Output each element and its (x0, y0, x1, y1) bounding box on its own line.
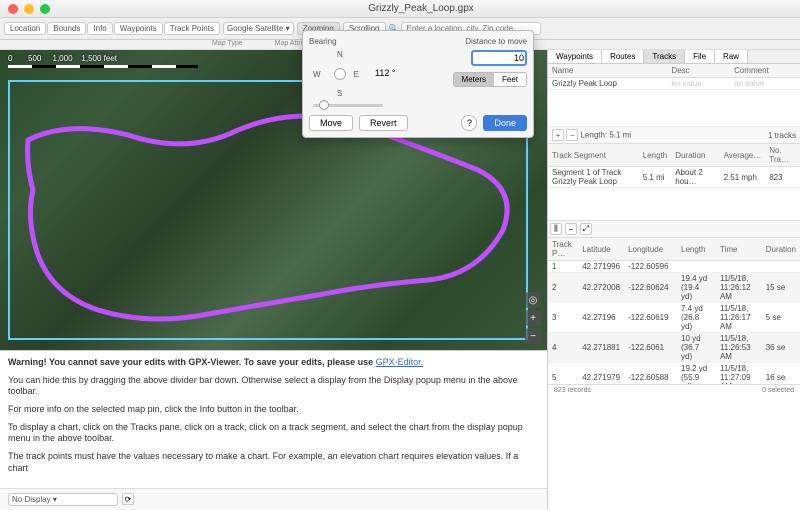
units-feet[interactable]: Feet (494, 73, 526, 86)
map-type-select[interactable]: Google Satellite ▾ (223, 22, 294, 35)
refresh-icon[interactable]: ⟳ (122, 493, 134, 505)
map-target-button[interactable]: ◎ (525, 292, 541, 308)
window-maximize-button[interactable] (40, 4, 50, 14)
add-track-button[interactable]: + (552, 129, 564, 141)
revert-button[interactable]: Revert (359, 115, 408, 131)
info-panel: Warning! You cannot save your edits with… (0, 350, 547, 488)
waypoints-button[interactable]: Waypoints (114, 22, 163, 35)
units-meters[interactable]: Meters (454, 73, 494, 86)
help-button[interactable]: ? (461, 115, 477, 131)
location-button[interactable]: Location (4, 22, 46, 35)
window-minimize-button[interactable] (24, 4, 34, 14)
trackpoints-table: Track P…LatitudeLongitudeLengthTimeDurat… (548, 238, 800, 384)
tab-routes[interactable]: Routes (602, 50, 644, 63)
gpx-editor-link[interactable]: GPX-Editor. (376, 357, 424, 367)
table-row[interactable]: 142.271996-122.60596 (548, 261, 800, 273)
remove-icon[interactable]: − (565, 223, 577, 235)
tab-file[interactable]: File (685, 50, 715, 63)
table-row[interactable]: 442.271881-122.606110 yd (36.7 yd)11/5/1… (548, 333, 800, 363)
table-row[interactable]: Segment 1 of Track Grizzly Peak Loop5.1 … (548, 167, 800, 188)
bearing-compass[interactable]: N S W E (309, 50, 369, 100)
length-label: Length: 5.1 mi (580, 131, 631, 140)
slider-thumb[interactable] (319, 100, 329, 110)
table-row[interactable]: Grizzly Peak Loopno valueno value (548, 78, 800, 90)
bearing-label: Bearing (309, 37, 337, 46)
distance-label: Distance to move (465, 37, 527, 46)
records-count: 823 records (554, 387, 591, 394)
window-close-button[interactable] (8, 4, 18, 14)
tracks-count: 1 tracks (768, 131, 796, 140)
done-button[interactable]: Done (483, 115, 527, 131)
expand-icon[interactable]: ⤢ (580, 223, 592, 235)
tracks-table: NameDescComment Grizzly Peak Loopno valu… (548, 64, 800, 90)
table-row[interactable]: 242.272008-122.6062419.4 yd (19.4 yd)11/… (548, 273, 800, 303)
chart-icon[interactable]: ⫼ (550, 223, 562, 235)
tab-waypoints[interactable]: Waypoints (548, 50, 602, 63)
selected-count: 0 selected (762, 387, 794, 394)
table-row[interactable]: 342.27196-122.606197.4 yd (26.8 yd)11/5/… (548, 303, 800, 333)
units-segment[interactable]: Meters Feet (453, 72, 527, 87)
warning-text: Warning! You cannot save your edits with… (8, 357, 376, 367)
hint-values: The track points must have the values ne… (8, 451, 539, 474)
tab-tracks[interactable]: Tracks (644, 50, 685, 63)
bearing-slider[interactable] (313, 104, 383, 107)
window-title: Grizzly_Peak_Loop.gpx (50, 3, 792, 14)
compass-thumb[interactable] (334, 68, 346, 80)
hint-info: For more info on the selected map pin, c… (8, 404, 539, 416)
table-row[interactable]: 542.271979-122.6058819.2 yd (55.9 yd)11/… (548, 363, 800, 385)
remove-track-button[interactable]: − (566, 129, 578, 141)
info-button[interactable]: Info (87, 22, 112, 35)
move-popup: Bearing Distance to move N S W E 112 ° M… (302, 30, 534, 138)
map-zoom-out[interactable]: − (525, 328, 541, 344)
map-zoom-in[interactable]: + (525, 310, 541, 326)
panel-tabs: Waypoints Routes Tracks File Raw (548, 50, 800, 64)
distance-input[interactable] (471, 50, 527, 66)
map-scale: 0 500 1,000 1,500 feet (8, 54, 198, 68)
move-button[interactable]: Move (309, 115, 353, 131)
trackpoints-button[interactable]: Track Points (164, 22, 220, 35)
bearing-value: 112 ° (375, 50, 395, 78)
hint-hide: You can hide this by dragging the above … (8, 375, 539, 398)
tab-raw[interactable]: Raw (715, 50, 748, 63)
map-type-label: Map Type (212, 40, 243, 47)
hint-chart: To display a chart, click on the Tracks … (8, 422, 539, 445)
segments-table: Track SegmentLengthDurationAverage…No. T… (548, 144, 800, 188)
bounds-button[interactable]: Bounds (47, 22, 86, 35)
